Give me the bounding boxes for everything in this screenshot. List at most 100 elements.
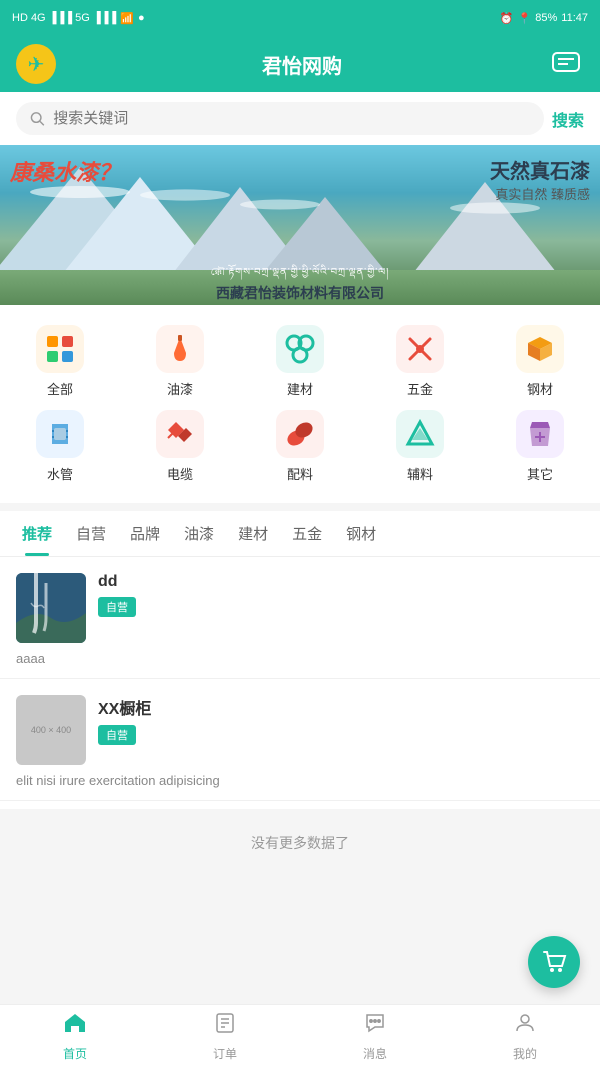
app-title: 君怡网购 [262, 50, 342, 79]
category-item-fittings[interactable]: 配料 [260, 410, 340, 483]
chat-icon [552, 52, 580, 76]
wifi-icon: 📶 [120, 12, 134, 25]
product-top: 400 × 400 XX橱柜 自营 [16, 695, 584, 765]
nav-order-label: 订单 [213, 1045, 237, 1062]
category-row-1: 全部 油漆 建材 [0, 321, 600, 402]
category-item-steel[interactable]: 钢材 [500, 325, 580, 398]
search-icon [30, 111, 45, 127]
category-item-building[interactable]: 建材 [260, 325, 340, 398]
product-description: aaaa [16, 643, 584, 678]
nav-profile[interactable]: 我的 [450, 1003, 600, 1068]
profile-icon [513, 1011, 537, 1041]
bottom-nav: 首页 订单 消息 [0, 1004, 600, 1068]
no-more-text: 没有更多数据了 [251, 835, 349, 851]
category-row-2: 水管 电缆 配料 [0, 406, 600, 487]
search-input[interactable] [53, 110, 530, 127]
nav-order[interactable]: 订单 [150, 1003, 300, 1068]
all-icon [44, 333, 76, 365]
nav-message[interactable]: 消息 [300, 1003, 450, 1068]
product-image-waterfall [16, 573, 86, 643]
chat-button[interactable] [548, 46, 584, 82]
product-info: dd 自营 [98, 573, 584, 617]
category-item-hardware[interactable]: 五金 [380, 325, 460, 398]
product-item[interactable]: dd 自营 aaaa [0, 557, 600, 679]
home-icon [63, 1011, 87, 1041]
product-description: elit nisi irure exercitation adipisicing [16, 765, 584, 800]
pipe-icon [44, 418, 76, 450]
hardware-icon [404, 333, 436, 365]
cable-icon [164, 418, 196, 450]
category-item-paint[interactable]: 油漆 [140, 325, 220, 398]
search-button[interactable]: 搜索 [552, 107, 584, 131]
tab-brand[interactable]: 品牌 [120, 511, 170, 556]
category-item-pipe[interactable]: 水管 [20, 410, 100, 483]
battery-level: 85% [535, 12, 557, 24]
search-bar: 搜索 [0, 92, 600, 145]
time-display: 11:47 [561, 12, 588, 24]
location-icon: 📍 [518, 12, 532, 25]
order-icon [213, 1011, 237, 1041]
building-icon [284, 333, 316, 365]
category-label-auxiliary: 辅料 [407, 464, 433, 483]
category-label-steel: 钢材 [527, 379, 553, 398]
app-logo[interactable]: ✈ [16, 44, 56, 84]
product-name: XX橱柜 [98, 695, 584, 719]
product-item[interactable]: 400 × 400 XX橱柜 自营 elit nisi irure exerci… [0, 679, 600, 801]
product-name: dd [98, 573, 584, 591]
product-thumbnail: 400 × 400 [16, 695, 86, 765]
tab-paint[interactable]: 油漆 [174, 511, 224, 556]
nav-home-label: 首页 [63, 1045, 87, 1062]
category-item-other[interactable]: 其它 [500, 410, 580, 483]
tabs-bar: 推荐 自营 品牌 油漆 建材 五金 钢材 [0, 511, 600, 557]
search-input-wrap[interactable] [16, 102, 544, 135]
signal-icon: ● [138, 12, 145, 24]
nav-home[interactable]: 首页 [0, 1003, 150, 1068]
no-more-data: 没有更多数据了 [0, 809, 600, 877]
steel-icon [524, 333, 556, 365]
nav-profile-label: 我的 [513, 1045, 537, 1062]
banner-content: 康桑水漆？ 天然真石漆 真实自然 臻质感 ক্কৌ་རྟོགས་བཀྲ་ལྡན་… [0, 145, 600, 305]
tab-selfrun[interactable]: 自营 [66, 511, 116, 556]
product-badge: 自营 [98, 597, 136, 617]
category-label-hardware: 五金 [407, 379, 433, 398]
category-label-other: 其它 [527, 464, 553, 483]
header: ✈ 君怡网购 [0, 36, 600, 92]
status-bar: HD 4G ▐▐▐ 5G ▐▐▐ 📶 ● ⏰ 📍 85% 11:47 [0, 0, 600, 36]
other-icon [524, 418, 556, 450]
product-list: dd 自营 aaaa 400 × 400 XX橱柜 自营 elit nisi i… [0, 557, 600, 809]
cart-fab[interactable] [528, 936, 580, 988]
cart-fab-icon [540, 948, 568, 976]
banner: 康桑水漆？ 天然真石漆 真实自然 臻质感 ক্কৌ་རྟོགས་བཀྲ་ལྡན་… [0, 145, 600, 305]
tab-steel[interactable]: 钢材 [336, 511, 386, 556]
product-thumbnail [16, 573, 86, 643]
category-label-cable: 电缆 [167, 464, 193, 483]
logo-symbol: ✈ [28, 52, 45, 77]
fittings-icon [284, 418, 316, 450]
category-item-cable[interactable]: 电缆 [140, 410, 220, 483]
category-label-building: 建材 [287, 379, 313, 398]
banner-main-text: 天然真石漆 [490, 155, 590, 184]
auxiliary-icon [404, 418, 436, 450]
banner-top-right: 天然真石漆 真实自然 臻质感 [490, 155, 590, 203]
status-left: HD 4G ▐▐▐ 5G ▐▐▐ 📶 ● [12, 12, 145, 25]
paint-icon [164, 333, 196, 365]
network-indicator: HD 4G ▐▐▐ 5G ▐▐▐ [12, 12, 116, 24]
category-label-pipe: 水管 [47, 464, 73, 483]
tab-hardware[interactable]: 五金 [282, 511, 332, 556]
banner-company-name: 西藏君怡装饰材料有限公司 [0, 283, 600, 303]
category-label-fittings: 配料 [287, 464, 313, 483]
product-top: dd 自营 [16, 573, 584, 643]
category-label-all: 全部 [47, 379, 73, 398]
category-grid: 全部 油漆 建材 [0, 305, 600, 503]
tab-recommend[interactable]: 推荐 [12, 511, 62, 556]
product-badge: 自营 [98, 725, 136, 745]
status-right: ⏰ 📍 85% 11:47 [500, 12, 588, 25]
tab-building[interactable]: 建材 [228, 511, 278, 556]
category-item-all[interactable]: 全部 [20, 325, 100, 398]
nav-message-label: 消息 [363, 1045, 387, 1062]
category-label-paint: 油漆 [167, 379, 193, 398]
banner-top-left: 康桑水漆？ [10, 155, 120, 187]
banner-sub-text: 真实自然 臻质感 [490, 184, 590, 203]
alarm-icon: ⏰ [500, 12, 514, 25]
category-item-auxiliary[interactable]: 辅料 [380, 410, 460, 483]
